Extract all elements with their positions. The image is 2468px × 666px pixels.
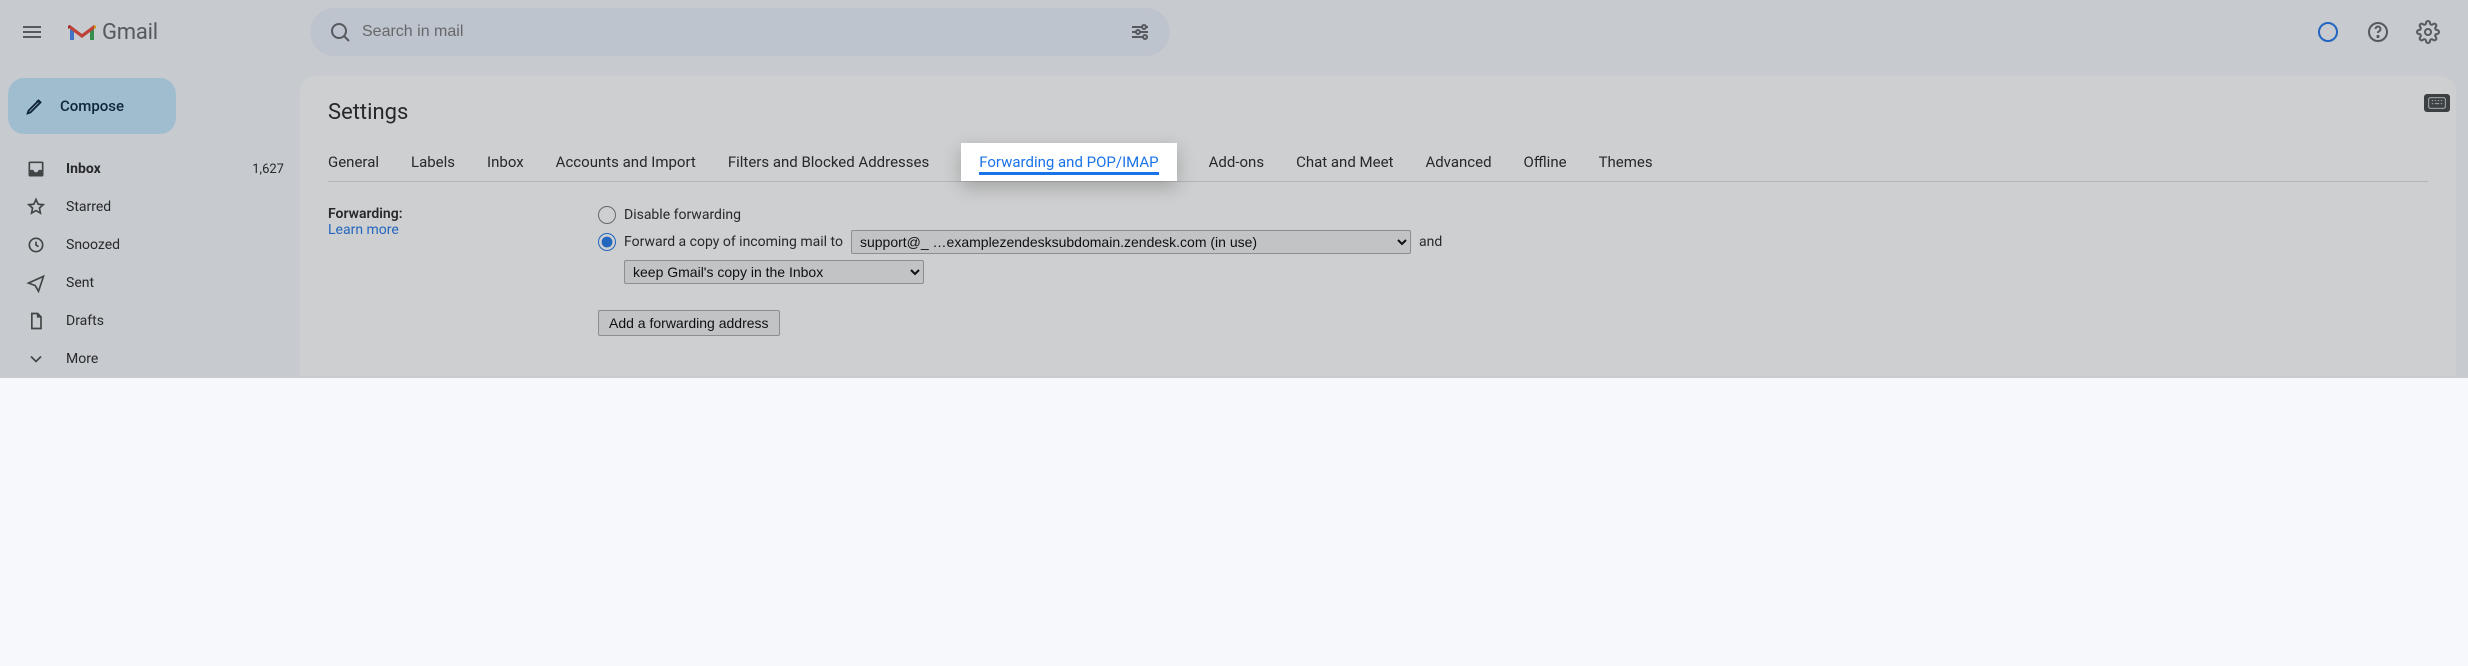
- pencil-icon: [24, 95, 46, 117]
- sidebar-item-sent[interactable]: Sent: [8, 264, 300, 302]
- tab-inbox[interactable]: Inbox: [487, 143, 524, 181]
- sent-icon: [26, 273, 46, 293]
- sidebar: Compose Inbox 1,627 Starred Snoozed Sent: [0, 64, 300, 378]
- tab-forwarding-and-pop-imap[interactable]: Forwarding and POP/IMAP: [961, 143, 1176, 181]
- sidebar-item-inbox[interactable]: Inbox 1,627: [8, 150, 300, 188]
- radio-label-disable: Disable forwarding: [624, 207, 741, 223]
- gmail-icon: [68, 21, 96, 43]
- radio-disable-forwarding[interactable]: [598, 206, 616, 224]
- sidebar-item-drafts[interactable]: Drafts: [8, 302, 300, 340]
- inbox-count: 1,627: [252, 162, 284, 177]
- tab-themes[interactable]: Themes: [1599, 143, 1653, 181]
- radio-label-forward: Forward a copy of incoming mail to: [624, 234, 843, 250]
- chevron-down-icon: [26, 349, 46, 369]
- search-input[interactable]: [362, 23, 1118, 41]
- presence-status-icon[interactable]: [2304, 8, 2352, 56]
- section-heading: Forwarding:: [328, 206, 403, 222]
- forwarding-email-select[interactable]: support@_ …examplezendesksubdomain.zende…: [851, 230, 1411, 254]
- compose-button[interactable]: Compose: [8, 78, 176, 134]
- nav-list: Inbox 1,627 Starred Snoozed Sent Drafts: [0, 150, 300, 378]
- settings-tabs: General Labels Inbox Accounts and Import Fil…: [328, 143, 2428, 182]
- sidebar-item-label: Starred: [66, 199, 284, 215]
- drafts-icon: [26, 311, 46, 331]
- search-icon[interactable]: [318, 10, 362, 54]
- and-label: and: [1419, 234, 1442, 250]
- search-bar[interactable]: [310, 8, 1170, 56]
- sidebar-item-snoozed[interactable]: Snoozed: [8, 226, 300, 264]
- tab-offline[interactable]: Offline: [1524, 143, 1567, 181]
- radio-enable-forwarding[interactable]: [598, 233, 616, 251]
- compose-label: Compose: [60, 97, 124, 115]
- forwarding-action-select[interactable]: keep Gmail's copy in the Inbox: [624, 260, 924, 284]
- tab-filters-and-blocked-addresses[interactable]: Filters and Blocked Addresses: [728, 143, 929, 181]
- sidebar-item-label: Snoozed: [66, 237, 284, 253]
- sidebar-item-more[interactable]: More: [8, 340, 300, 378]
- learn-more-link[interactable]: Learn more: [328, 222, 399, 238]
- tab-advanced[interactable]: Advanced: [1425, 143, 1491, 181]
- tab-general[interactable]: General: [328, 143, 379, 181]
- star-icon: [26, 197, 46, 217]
- clock-icon: [26, 235, 46, 255]
- search-options-icon[interactable]: [1118, 10, 1162, 54]
- input-tools-icon[interactable]: [2424, 94, 2450, 112]
- sidebar-item-starred[interactable]: Starred: [8, 188, 300, 226]
- sidebar-item-label: Drafts: [66, 313, 284, 329]
- tab-accounts-and-import[interactable]: Accounts and Import: [556, 143, 696, 181]
- gmail-wordmark: Gmail: [102, 20, 158, 45]
- tab-chat-and-meet[interactable]: Chat and Meet: [1296, 143, 1393, 181]
- inbox-icon: [26, 159, 46, 179]
- support-icon[interactable]: [2354, 8, 2402, 56]
- settings-icon[interactable]: [2404, 8, 2452, 56]
- main-menu-button[interactable]: [8, 8, 56, 56]
- page-title: Settings: [328, 100, 2428, 125]
- sidebar-item-label: More: [66, 351, 284, 367]
- add-forwarding-address-button[interactable]: Add a forwarding address: [598, 310, 780, 336]
- sidebar-item-label: Inbox: [66, 161, 232, 177]
- gmail-logo[interactable]: Gmail: [68, 20, 288, 45]
- settings-panel: Settings General Labels Inbox Accounts and …: [300, 76, 2456, 376]
- tab-add-ons[interactable]: Add-ons: [1209, 143, 1264, 181]
- sidebar-item-label: Sent: [66, 275, 284, 291]
- tab-labels[interactable]: Labels: [411, 143, 455, 181]
